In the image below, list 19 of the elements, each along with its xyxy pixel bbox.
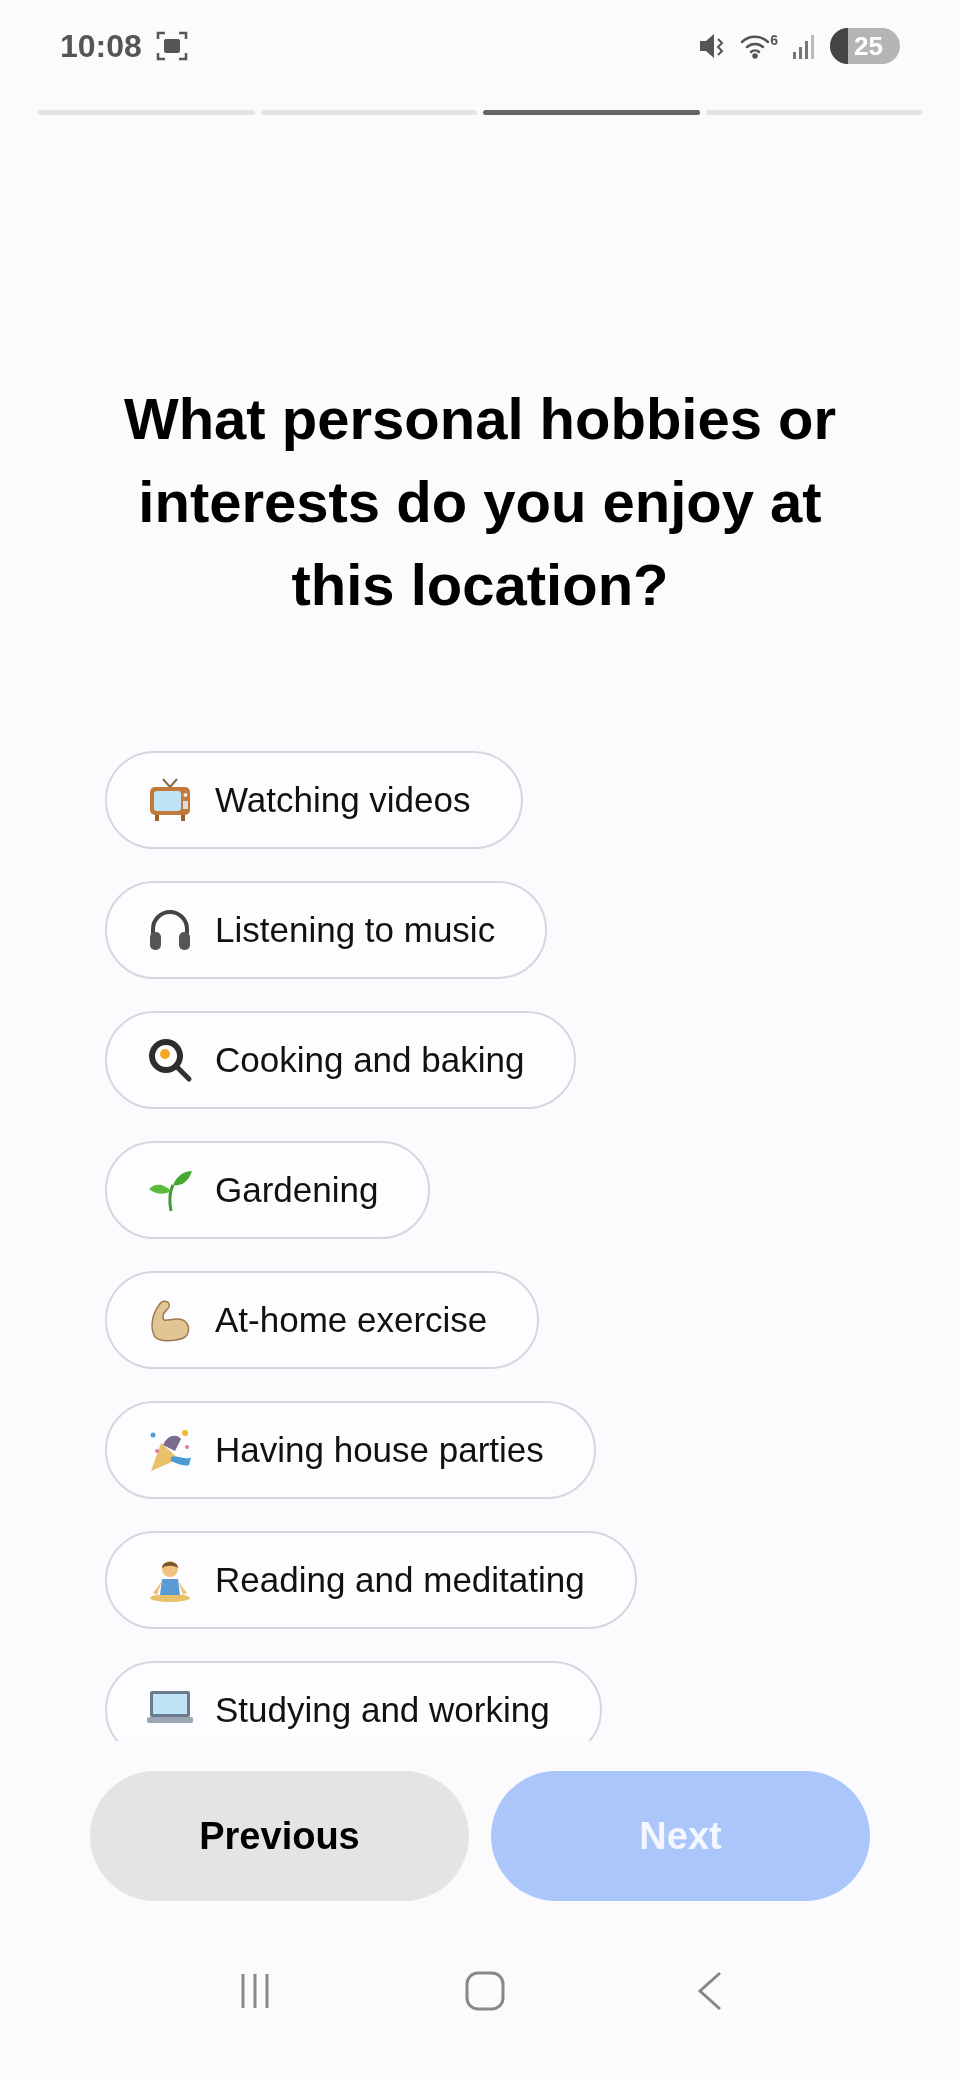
option-chip[interactable]: Gardening <box>105 1141 431 1239</box>
tv-icon <box>147 777 193 823</box>
headphones-icon <box>147 907 193 953</box>
frying-pan-icon <box>147 1037 193 1083</box>
option-chip[interactable]: Cooking and baking <box>105 1011 577 1109</box>
option-chip[interactable]: Reading and meditating <box>105 1531 637 1629</box>
option-chip[interactable]: Watching videos <box>105 751 523 849</box>
wifi-level-label: 6 <box>770 33 778 47</box>
option-chip[interactable]: Having house parties <box>105 1401 596 1499</box>
home-icon[interactable] <box>464 1969 506 2012</box>
screenshot-icon <box>155 30 188 62</box>
option-chip[interactable]: Studying and working <box>105 1661 602 1741</box>
question-heading: What personal hobbies or interests do you enjoy at this location? <box>122 385 838 619</box>
option-chip[interactable]: At-home exercise <box>105 1271 540 1369</box>
previous-button[interactable]: Previous <box>90 1771 469 1901</box>
option-chip[interactable]: Listening to music <box>105 881 548 979</box>
battery-indicator: 25 <box>830 28 900 64</box>
wifi-icon <box>740 33 771 59</box>
status-time: 10:08 <box>60 27 142 66</box>
